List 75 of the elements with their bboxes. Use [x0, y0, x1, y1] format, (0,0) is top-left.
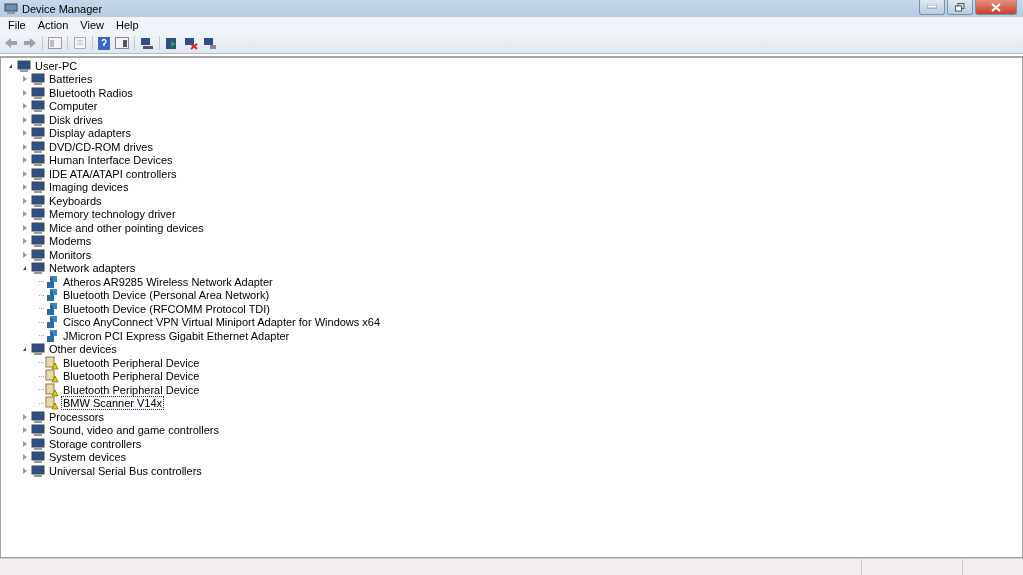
expander-icon[interactable]: [23, 347, 26, 352]
tree-item[interactable]: IDE ATA/ATAPI controllers: [47, 166, 179, 181]
restore-icon: [955, 2, 965, 12]
menu-item[interactable]: View: [74, 19, 110, 31]
tree-item[interactable]: Disk drives: [47, 112, 105, 127]
device-icon: [31, 220, 45, 235]
device-icon: [31, 153, 45, 168]
tree-item[interactable]: Bluetooth Peripheral Device: [61, 355, 202, 370]
device-icon: [31, 234, 45, 249]
tree-item[interactable]: Bluetooth Device (Personal Area Network): [61, 288, 272, 303]
tree-item[interactable]: Universal Serial Bus controllers: [47, 463, 204, 478]
tree-item[interactable]: Bluetooth Peripheral Device: [61, 369, 202, 384]
tree-item[interactable]: Display adapters: [47, 126, 133, 141]
device-icon: [31, 247, 45, 262]
tree-item[interactable]: Computer: [47, 99, 100, 114]
tree-item[interactable]: Atheros AR9285 Wireless Network Adapter: [61, 274, 275, 289]
tree-item[interactable]: Processors: [47, 409, 107, 424]
device-icon: [31, 261, 45, 276]
tree-item[interactable]: Network adapters: [47, 261, 138, 276]
device-icon: [31, 207, 45, 222]
expander-icon[interactable]: [9, 63, 12, 68]
tree-item[interactable]: JMicron PCI Express Gigabit Ethernet Adapter: [61, 328, 292, 343]
tree-item[interactable]: Human Interface Devices: [47, 153, 175, 168]
panel-icon[interactable]: [115, 37, 129, 49]
close-button[interactable]: [975, 0, 1017, 15]
minimize-icon: [927, 5, 937, 9]
tree-item[interactable]: Other devices: [47, 342, 119, 357]
tree-item[interactable]: Bluetooth Peripheral Device: [61, 382, 202, 397]
tree-item[interactable]: Cisco AnyConnect VPN Virtual Miniport Adapter for Windows x64: [61, 315, 383, 330]
update-driver-icon[interactable]: [165, 36, 179, 50]
expander-icon[interactable]: [23, 266, 26, 271]
device-icon: [31, 180, 45, 195]
tree-item[interactable]: System devices: [47, 450, 129, 465]
tree-item[interactable]: Keyboards: [47, 193, 104, 208]
tree-item[interactable]: Imaging devices: [47, 180, 131, 195]
menu-item[interactable]: Help: [109, 19, 145, 31]
tree-item[interactable]: Bluetooth Device (RFCOMM Protocol TDI): [61, 301, 273, 316]
uninstall-icon[interactable]: [184, 36, 198, 50]
device-icon: [31, 85, 45, 100]
device-icon: [31, 126, 45, 141]
device-icon: [31, 436, 45, 451]
device-icon: [17, 58, 31, 73]
tree-item[interactable]: Modems: [47, 234, 94, 249]
window-title: Device Manager: [22, 2, 103, 15]
device-icon: [31, 112, 45, 127]
tree-item[interactable]: Storage controllers: [47, 436, 144, 451]
device-icon: [31, 139, 45, 154]
menu-item[interactable]: Action: [31, 19, 75, 31]
close-icon: [991, 2, 1001, 12]
restore-button[interactable]: [947, 0, 973, 15]
tree-item[interactable]: Batteries: [47, 72, 95, 87]
tree-item[interactable]: Memory technology driver: [47, 207, 178, 222]
device-icon: [31, 72, 45, 87]
computer-icon: [4, 2, 18, 15]
tree-item[interactable]: Monitors: [47, 247, 94, 262]
device-icon: [31, 166, 45, 181]
forward-icon[interactable]: [23, 37, 37, 49]
menu-item[interactable]: File: [2, 19, 32, 31]
back-icon[interactable]: [4, 37, 18, 49]
device-icon: [31, 463, 45, 478]
properties-icon[interactable]: [73, 37, 87, 49]
device-icon: [31, 342, 45, 357]
tree-item[interactable]: BMW Scanner V14x: [61, 396, 165, 411]
device-icon: [31, 423, 45, 438]
help-icon[interactable]: [98, 36, 110, 50]
device-icon: [31, 193, 45, 208]
tree-item[interactable]: User-PC: [33, 58, 80, 73]
device-icon: [31, 99, 45, 114]
tree-item[interactable]: Bluetooth Radios: [47, 85, 135, 100]
console-tree-icon[interactable]: [48, 37, 62, 49]
device-icon: [31, 450, 45, 465]
tree-item[interactable]: Sound, video and game controllers: [47, 423, 221, 438]
tree-item[interactable]: DVD/CD-ROM drives: [47, 139, 155, 154]
device-icon: [31, 409, 45, 424]
tree-item[interactable]: Mice and other pointing devices: [47, 220, 206, 235]
